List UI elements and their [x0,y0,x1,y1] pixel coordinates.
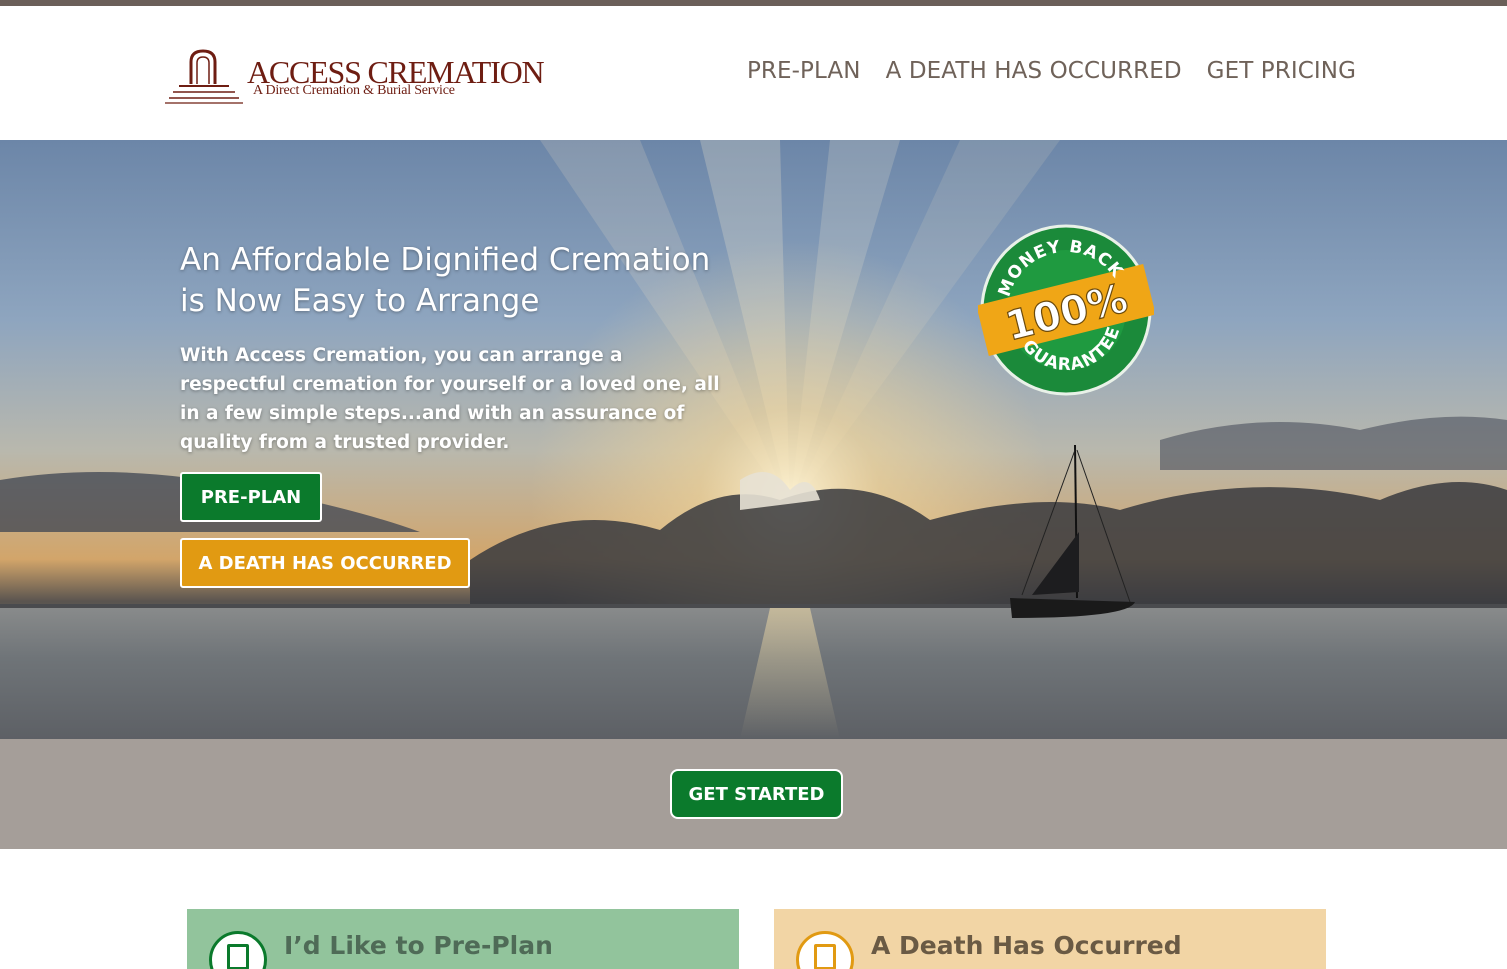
death-occurred-card[interactable]: A Death Has Occurred [774,909,1326,969]
site-header: ACCESS CREMATION A Direct Cremation & Bu… [0,6,1507,140]
nav-pre-plan[interactable]: PRE-PLAN [747,58,861,84]
get-started-button[interactable]: GET STARTED [670,769,843,819]
get-started-band: GET STARTED [0,739,1507,849]
document-icon [796,931,854,969]
pre-plan-card[interactable]: I’d Like to Pre-Plan [187,909,739,969]
document-icon [209,931,267,969]
death-occurred-button[interactable]: A DEATH HAS OCCURRED [180,538,470,588]
hero-title: An Affordable Dignified Cremation is Now… [180,242,711,319]
nav-get-pricing[interactable]: GET PRICING [1207,58,1356,84]
site-logo[interactable]: ACCESS CREMATION A Direct Cremation & Bu… [165,48,585,108]
main-nav: PRE-PLAN A DEATH HAS OCCURRED GET PRICIN… [747,58,1356,84]
money-back-guarantee-seal: 100% MONEY BACK GUARANTEE [978,224,1154,396]
hero-description: With Access Cremation, you can arrange a… [180,345,720,453]
hero-section: An Affordable Dignified Cremation is Now… [0,140,1507,739]
nav-death-occurred[interactable]: A DEATH HAS OCCURRED [886,58,1182,84]
pre-plan-button[interactable]: PRE-PLAN [180,472,322,522]
logo-arch-icon [165,49,243,104]
logo-subtitle: A Direct Cremation & Burial Service [253,83,455,98]
